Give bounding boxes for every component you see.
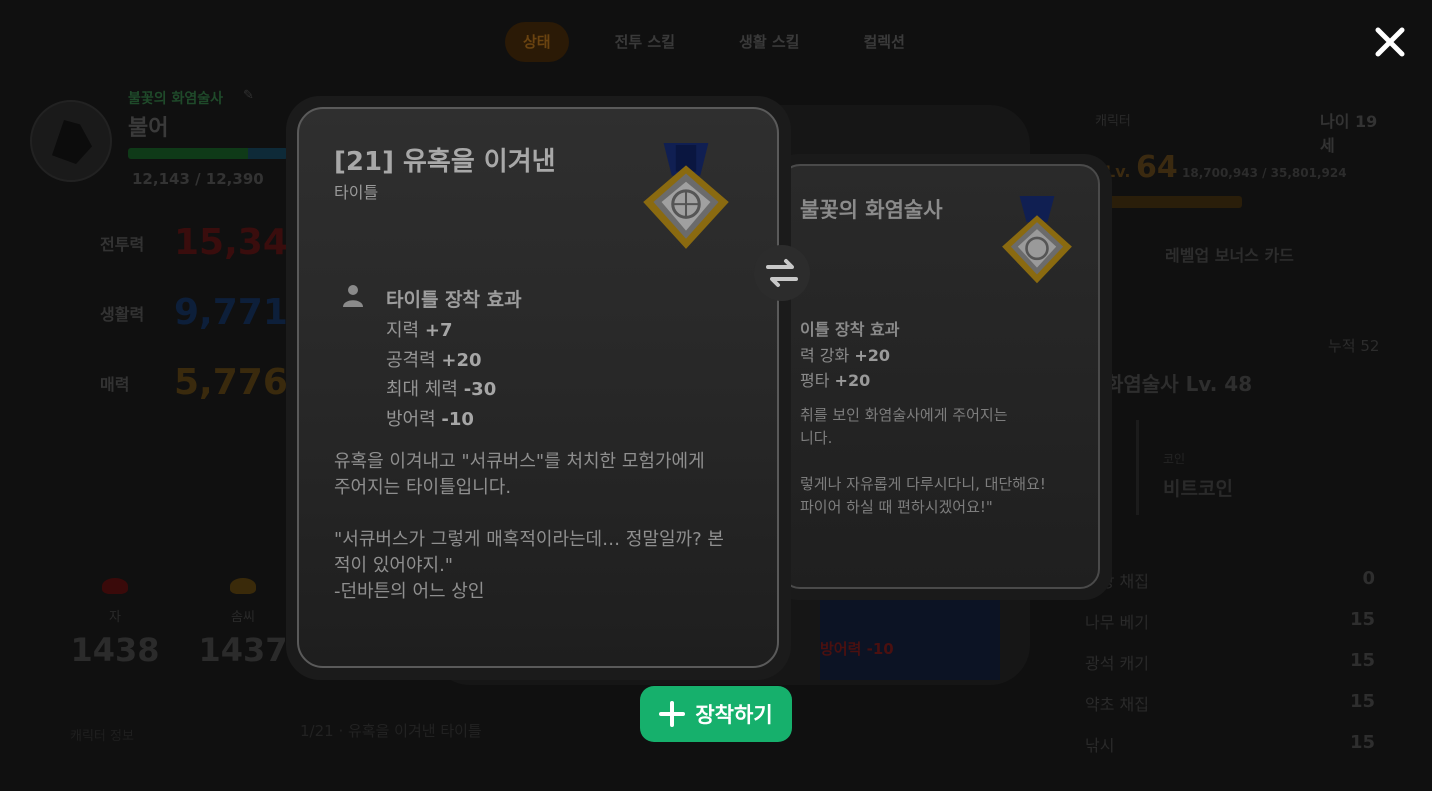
equipped-effect: 평타 +20 bbox=[800, 371, 871, 390]
accumulated: 누적 52 bbox=[1328, 337, 1380, 355]
effect-title: 타이틀 장착 효과 bbox=[386, 289, 522, 311]
equip-button-label: 장착하기 bbox=[695, 703, 773, 727]
equipped-card-title: 불꽃의 화염술사 bbox=[800, 198, 943, 222]
avatar bbox=[30, 100, 112, 182]
profile-name: 불어 bbox=[128, 116, 169, 141]
stat-row-combat: 전투력 15,347 bbox=[100, 222, 313, 263]
swap-icon[interactable] bbox=[754, 245, 810, 301]
equipped-description: 취를 보인 화염술사에게 주어지는 니다. 렇게나 자유롭게 다루시다니, 대단… bbox=[800, 406, 1046, 516]
life-skill-list: 일상 채집 0 나무 베기 15 광석 캐기 15 약초 채집 15 낚시 15 bbox=[1085, 568, 1375, 773]
card-title: [21] 유혹을 이겨낸 bbox=[334, 147, 556, 177]
stat-label: 생활력 bbox=[100, 304, 145, 324]
stat-row-charm: 매력 5,776 bbox=[100, 362, 288, 403]
tab-life-skill: 생활 스킬 bbox=[739, 33, 800, 51]
hp-text: 12,143 / 12,390 bbox=[132, 170, 264, 188]
effect-int: 지력 +7 bbox=[386, 320, 453, 341]
list-item: 낚시 15 bbox=[1085, 732, 1375, 755]
medal-icon bbox=[643, 143, 729, 249]
hp-bar bbox=[128, 148, 288, 159]
stat-label: 전투력 bbox=[100, 234, 145, 254]
equipped-title-card: 불꽃의 화염술사 이틀 장착 효과 력 강화 +20 평타 +20 취를 보인 … bbox=[770, 154, 1112, 600]
slot-icon bbox=[102, 578, 128, 594]
exp-text: 18,700,943 / 35,801,924 bbox=[1182, 166, 1347, 180]
close-button[interactable] bbox=[1370, 22, 1410, 62]
level: Lv. 64 bbox=[1105, 150, 1178, 185]
background-defense: 방어력 -10 bbox=[820, 640, 894, 658]
card-type: 타이틀 bbox=[334, 183, 379, 202]
card-description: 유혹을 이겨내고 "서큐버스"를 처치한 모험가에게 주어지는 타이틀입니다. … bbox=[334, 451, 724, 602]
tab-status: 상태 bbox=[505, 22, 569, 62]
effect-max-hp: 최대 체력 -30 bbox=[386, 379, 497, 400]
age-label: 캐릭터 bbox=[1095, 114, 1131, 129]
pencil-icon: ✎ bbox=[243, 88, 254, 103]
slot-label: 자 bbox=[109, 610, 121, 625]
stat-value: 5,776 bbox=[174, 362, 288, 403]
exp-bar bbox=[1105, 196, 1242, 208]
list-item: 일상 채집 0 bbox=[1085, 568, 1375, 591]
stat-value: 9,771 bbox=[174, 292, 288, 333]
level-value: 64 bbox=[1135, 150, 1178, 185]
close-icon bbox=[1375, 27, 1405, 57]
slot-value: 1438 bbox=[70, 631, 160, 669]
person-icon bbox=[343, 285, 363, 307]
coin-label: 코인 bbox=[1163, 452, 1186, 466]
slot-icon bbox=[230, 578, 256, 594]
job-level: 화염술사 Lv. 48 bbox=[1105, 372, 1253, 396]
stat-row-life: 생활력 9,771 bbox=[100, 292, 288, 333]
equipped-effect-title: 이틀 장착 효과 bbox=[800, 320, 900, 339]
medal-icon bbox=[1002, 196, 1072, 284]
coin-name: 비트코인 bbox=[1163, 478, 1233, 500]
age: 나이 19세 bbox=[1320, 112, 1378, 155]
equip-button[interactable]: 장착하기 bbox=[640, 686, 792, 742]
tab-collection: 컬렉션 bbox=[863, 33, 905, 51]
tab-combat-skill: 전투 스킬 bbox=[614, 33, 676, 51]
selected-title-card: [21] 유혹을 이겨낸 타이틀 타이틀 장착 효과 지력 +7 공격력 +20… bbox=[286, 96, 791, 680]
list-item: 나무 베기 15 bbox=[1085, 609, 1375, 632]
plus-icon bbox=[659, 701, 686, 727]
stat-label: 매력 bbox=[100, 374, 130, 394]
slot-1: 자 1438 bbox=[70, 578, 160, 669]
pillar-icon bbox=[1109, 420, 1139, 515]
list-item: 광석 캐기 15 bbox=[1085, 650, 1375, 673]
slot-2: 솜씨 1437 bbox=[198, 578, 288, 669]
equipped-effect: 력 강화 +20 bbox=[800, 346, 891, 365]
profile-title: 불꽃의 화염술사 bbox=[128, 91, 224, 107]
slot-label: 솜씨 bbox=[231, 610, 255, 625]
background-tabs: 상태 전투 스킬 생활 스킬 컬렉션 bbox=[505, 22, 923, 62]
levelup-bonus: 레벨업 보너스 카드 bbox=[1165, 246, 1294, 265]
effect-defense: 방어력 -10 bbox=[386, 409, 474, 430]
slot-value: 1437 bbox=[198, 631, 288, 669]
background-bottom-link: 캐릭터 정보 bbox=[70, 729, 134, 744]
background-bottom-text: 1/21 · 유혹을 이겨낸 타이틀 bbox=[300, 722, 482, 740]
effect-attack: 공격력 +20 bbox=[386, 350, 482, 371]
list-item: 약초 채집 15 bbox=[1085, 691, 1375, 714]
